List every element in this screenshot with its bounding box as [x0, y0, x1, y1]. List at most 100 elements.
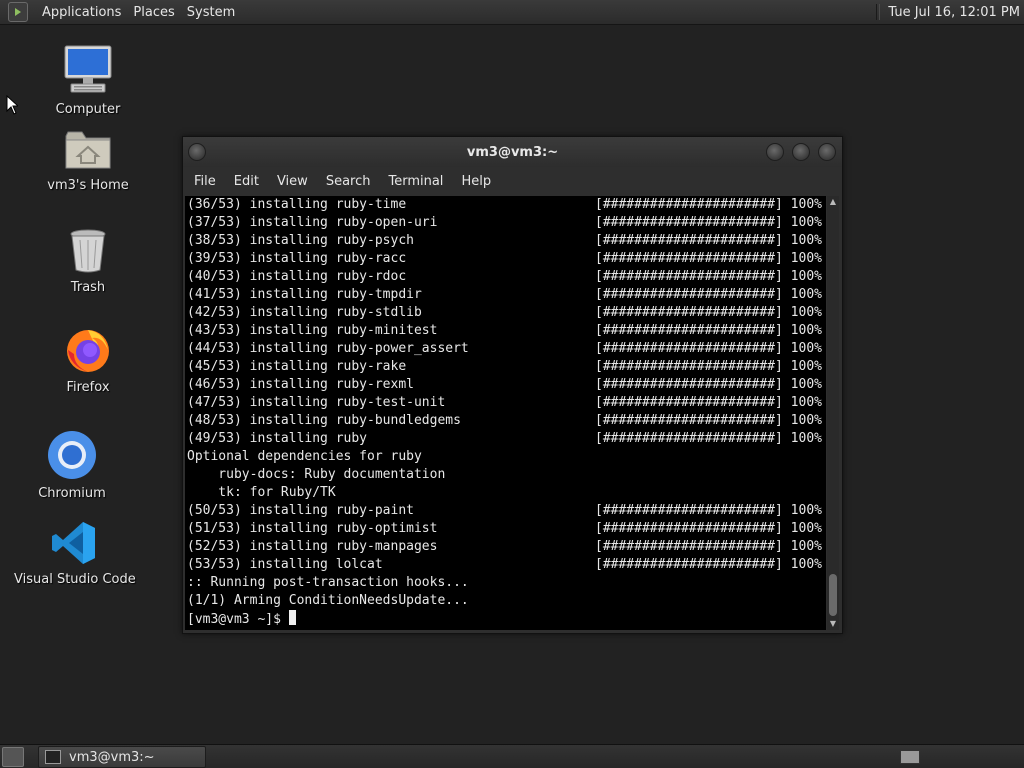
terminal-progress: [######################] 100%: [595, 359, 822, 374]
terminal-prompt-line[interactable]: [vm3@vm3 ~]$: [185, 610, 826, 628]
desktop-icon-label: Firefox: [66, 380, 110, 395]
system-menu[interactable]: System: [181, 5, 241, 20]
terminal-line: (45/53) installing ruby-rake [###########…: [185, 358, 826, 376]
taskbar-label: vm3@vm3:~: [69, 749, 155, 765]
computer-icon: [28, 44, 148, 100]
terminal-line: (49/53) installing ruby [################…: [185, 430, 826, 448]
menu-file[interactable]: File: [187, 174, 223, 189]
distro-logo-icon[interactable]: [8, 2, 28, 22]
scrollbar-thumb[interactable]: [829, 574, 837, 616]
trash-icon: [28, 228, 148, 278]
terminal-line-text: :: Running post-transaction hooks...: [187, 575, 469, 590]
desktop-icon-firefox[interactable]: Firefox: [28, 326, 148, 395]
desktop-icon-computer[interactable]: Computer: [28, 44, 148, 117]
terminal-line-text: (43/53) installing ruby-minitest: [187, 323, 438, 338]
menu-edit[interactable]: Edit: [227, 174, 266, 189]
terminal-line: (44/53) installing ruby-power_assert [###…: [185, 340, 826, 358]
home-folder-icon: [28, 128, 148, 176]
desktop-icon-chromium[interactable]: Chromium: [12, 430, 132, 501]
terminal-progress: [######################] 100%: [595, 539, 822, 554]
taskbar-terminal-button[interactable]: vm3@vm3:~: [38, 746, 206, 768]
window-title: vm3@vm3:~: [466, 144, 559, 160]
terminal-line-text: (51/53) installing ruby-optimist: [187, 521, 438, 536]
menu-terminal[interactable]: Terminal: [381, 174, 450, 189]
desktop-icon-home[interactable]: vm3's Home: [28, 128, 148, 193]
terminal-progress: [######################] 100%: [595, 305, 822, 320]
desktop-icon-vscode[interactable]: Visual Studio Code: [14, 520, 136, 587]
terminal-progress: [######################] 100%: [595, 251, 822, 266]
applications-menu[interactable]: Applications: [36, 5, 127, 20]
terminal-line: (48/53) installing ruby-bundledgems [####…: [185, 412, 826, 430]
terminal-progress: [######################] 100%: [595, 377, 822, 392]
terminal-line-text: (50/53) installing ruby-paint: [187, 503, 414, 518]
terminal-progress: [######################] 100%: [595, 557, 822, 572]
close-button[interactable]: [818, 143, 836, 161]
bottom-panel: vm3@vm3:~: [0, 744, 1024, 768]
desktop-icon-trash[interactable]: Trash: [28, 228, 148, 295]
terminal-line: (46/53) installing ruby-rexml [##########…: [185, 376, 826, 394]
terminal-line-text: (40/53) installing ruby-rdoc: [187, 269, 407, 284]
terminal-line-text: (41/53) installing ruby-tmpdir: [187, 287, 422, 302]
terminal-scrollbar[interactable]: ▲ ▼: [827, 196, 839, 630]
terminal-prompt: [vm3@vm3 ~]$: [187, 612, 289, 627]
desktop-icon-label: Trash: [70, 280, 106, 295]
terminal-progress: [######################] 100%: [595, 287, 822, 302]
window-menu-button[interactable]: [188, 143, 206, 161]
terminal-progress: [######################] 100%: [595, 215, 822, 230]
scroll-down-arrow-icon[interactable]: ▼: [827, 618, 839, 630]
workspace-switcher[interactable]: [900, 750, 920, 764]
terminal-line: (1/1) Arming ConditionNeedsUpdate...: [185, 592, 826, 610]
terminal-line-text: ruby-docs: Ruby documentation: [187, 467, 446, 482]
terminal-progress: [######################] 100%: [595, 395, 822, 410]
terminal-line: tk: for Ruby/TK: [185, 484, 826, 502]
terminal-line: :: Running post-transaction hooks...: [185, 574, 826, 592]
terminal-progress: [######################] 100%: [595, 413, 822, 428]
terminal-output[interactable]: (36/53) installing ruby-time [###########…: [185, 196, 826, 630]
terminal-line-text: (1/1) Arming ConditionNeedsUpdate...: [187, 593, 469, 608]
terminal-progress: [######################] 100%: [595, 341, 822, 356]
mouse-pointer-icon: [6, 95, 18, 115]
terminal-progress: [######################] 100%: [595, 521, 822, 536]
terminal-line: (43/53) installing ruby-minitest [#######…: [185, 322, 826, 340]
terminal-line: (40/53) installing ruby-rdoc [###########…: [185, 268, 826, 286]
menu-search[interactable]: Search: [319, 174, 378, 189]
places-menu[interactable]: Places: [127, 5, 180, 20]
terminal-progress: [######################] 100%: [595, 197, 822, 212]
terminal-line: ruby-docs: Ruby documentation: [185, 466, 826, 484]
desktop-icon-label: Visual Studio Code: [14, 572, 136, 587]
maximize-button[interactable]: [792, 143, 810, 161]
terminal-line-text: (38/53) installing ruby-psych: [187, 233, 414, 248]
terminal-icon: [45, 750, 61, 764]
terminal-progress: [######################] 100%: [595, 503, 822, 518]
panel-separator: [876, 4, 881, 20]
clock[interactable]: Tue Jul 16, 12:01 PM: [888, 5, 1020, 20]
show-desktop-button[interactable]: [2, 747, 24, 767]
terminal-line: (39/53) installing ruby-racc [###########…: [185, 250, 826, 268]
desktop-icon-label: vm3's Home: [47, 178, 129, 193]
top-panel: Applications Places System Tue Jul 16, 1…: [0, 0, 1024, 25]
terminal-line: (53/53) installing lolcat [##############…: [185, 556, 826, 574]
terminal-line: (36/53) installing ruby-time [###########…: [185, 196, 826, 214]
terminal-progress: [######################] 100%: [595, 431, 822, 446]
terminal-line-text: (49/53) installing ruby: [187, 431, 368, 446]
terminal-line-text: (47/53) installing ruby-test-unit: [187, 395, 446, 410]
terminal-line-text: (39/53) installing ruby-racc: [187, 251, 407, 266]
desktop-icon-label: Chromium: [38, 486, 106, 501]
minimize-button[interactable]: [766, 143, 784, 161]
desktop-icon-label: Computer: [55, 102, 121, 117]
terminal-progress: [######################] 100%: [595, 269, 822, 284]
menu-help[interactable]: Help: [454, 174, 498, 189]
terminal-cursor: [288, 610, 296, 625]
terminal-line-text: (52/53) installing ruby-manpages: [187, 539, 438, 554]
terminal-line-text: (53/53) installing lolcat: [187, 557, 383, 572]
terminal-line: (51/53) installing ruby-optimist [#######…: [185, 520, 826, 538]
window-titlebar[interactable]: vm3@vm3:~: [183, 137, 842, 167]
terminal-line-text: (46/53) installing ruby-rexml: [187, 377, 414, 392]
desktop: Applications Places System Tue Jul 16, 1…: [0, 0, 1024, 768]
firefox-icon: [28, 326, 148, 378]
terminal-window: vm3@vm3:~ File Edit View Search Terminal…: [182, 136, 843, 634]
terminal-line: (37/53) installing ruby-open-uri [#######…: [185, 214, 826, 232]
scroll-up-arrow-icon[interactable]: ▲: [827, 196, 839, 208]
menu-view[interactable]: View: [270, 174, 315, 189]
terminal-line-text: (45/53) installing ruby-rake: [187, 359, 407, 374]
